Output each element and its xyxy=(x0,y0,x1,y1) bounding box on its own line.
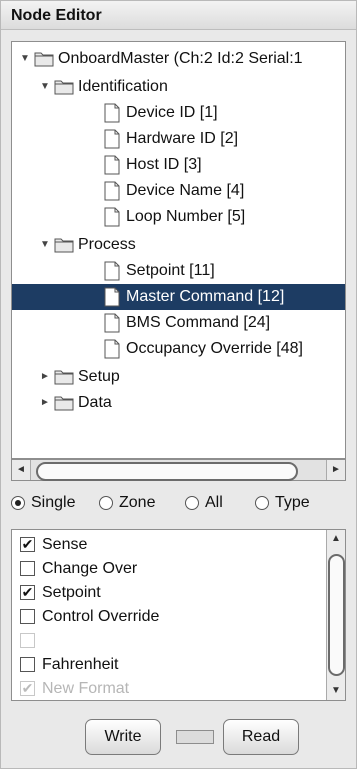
checkbox-checked[interactable]: ✔ xyxy=(20,585,35,600)
document-icon xyxy=(104,261,120,281)
tree-node-label: Setup xyxy=(78,368,120,385)
document-icon xyxy=(104,103,120,123)
scroll-right-icon[interactable]: ► xyxy=(326,460,345,480)
checklist-label: Sense xyxy=(42,536,88,553)
tree-leaf-label: Loop Number [5] xyxy=(126,208,246,225)
tree-node-identification[interactable]: ▼ Identification xyxy=(12,74,345,100)
tree-leaf-label: Hardware ID [2] xyxy=(126,130,239,147)
radio-circle[interactable] xyxy=(185,496,199,510)
checklist-label: Fahrenheit xyxy=(42,656,119,673)
status-indicator xyxy=(176,730,214,744)
read-button[interactable]: Read xyxy=(223,719,299,755)
tree-leaf-label: Master Command [12] xyxy=(126,288,285,305)
tree-leaf[interactable]: Device Name [4] xyxy=(12,178,345,204)
radio-label: All xyxy=(205,494,223,511)
node-tree[interactable]: ▼ OnboardMaster (Ch:2 Id:2 Serial:1 ▼ Id… xyxy=(11,41,346,459)
document-icon xyxy=(104,207,120,227)
tree-leaf[interactable]: Occupancy Override [48] xyxy=(12,336,345,362)
scroll-left-icon[interactable]: ◄ xyxy=(12,460,31,480)
document-icon xyxy=(104,313,120,333)
checkbox[interactable] xyxy=(20,561,35,576)
scroll-up-icon[interactable]: ▲ xyxy=(327,530,345,548)
tree-node-process[interactable]: ▼ Process xyxy=(12,232,345,258)
tree-leaf-selected[interactable]: Master Command [12] xyxy=(12,284,345,310)
triangle-right-icon[interactable]: ► xyxy=(38,390,52,416)
scroll-thumb[interactable] xyxy=(36,462,298,481)
document-icon xyxy=(104,155,120,175)
checklist-label: Change Over xyxy=(42,560,138,577)
selection-mode-group: Single Zone All Type xyxy=(11,491,351,517)
title-bar: Node Editor xyxy=(1,1,356,30)
scroll-down-icon[interactable]: ▼ xyxy=(327,682,345,700)
checklist-label: Setpoint xyxy=(42,584,101,601)
tree-node-label: OnboardMaster (Ch:2 Id:2 Serial:1 xyxy=(58,50,303,67)
checklist-label: Control Override xyxy=(42,608,160,625)
tree-node-label: Data xyxy=(78,394,112,411)
scroll-thumb[interactable] xyxy=(328,554,345,676)
write-button[interactable]: Write xyxy=(85,719,161,755)
checklist-label: New Format xyxy=(42,680,130,697)
tree-leaf[interactable]: Hardware ID [2] xyxy=(12,126,345,152)
document-icon xyxy=(104,287,120,307)
document-icon xyxy=(104,339,120,359)
tree-leaf-label: BMS Command [24] xyxy=(126,314,271,331)
folder-icon xyxy=(54,370,74,385)
radio-circle[interactable] xyxy=(11,496,25,510)
tree-node-label: Process xyxy=(78,236,136,253)
tree-node-data[interactable]: ► Data xyxy=(12,390,345,416)
radio-label: Single xyxy=(31,494,76,511)
triangle-right-icon[interactable]: ► xyxy=(38,364,52,390)
tree-leaf-label: Device ID [1] xyxy=(126,104,218,121)
attribute-checklist[interactable]: ✔ Sense Change Over ✔ Setpoint Control O… xyxy=(11,529,346,701)
radio-label: Zone xyxy=(119,494,156,511)
tree-node-label: Identification xyxy=(78,78,168,95)
checklist-vertical-scrollbar[interactable]: ▲ ▼ xyxy=(326,530,345,700)
tree-horizontal-scrollbar[interactable]: ◄ ► xyxy=(11,459,346,481)
checkbox[interactable] xyxy=(20,609,35,624)
folder-icon xyxy=(54,396,74,411)
tree-node-root[interactable]: ▼ OnboardMaster (Ch:2 Id:2 Serial:1 xyxy=(12,46,345,72)
tree-leaf-label: Host ID [3] xyxy=(126,156,202,173)
folder-icon xyxy=(34,52,54,67)
checkbox-checked[interactable]: ✔ xyxy=(20,537,35,552)
folder-icon xyxy=(54,238,74,253)
tree-leaf[interactable]: Loop Number [5] xyxy=(12,204,345,230)
tree-leaf-label: Occupancy Override [48] xyxy=(126,340,303,357)
radio-circle[interactable] xyxy=(99,496,113,510)
tree-leaf-label: Setpoint [11] xyxy=(126,262,215,279)
node-editor-panel: Node Editor ▼ OnboardMaster (Ch:2 Id:2 S… xyxy=(0,0,357,769)
radio-circle[interactable] xyxy=(255,496,269,510)
checkbox-disabled xyxy=(20,633,35,648)
action-bar: Write Read xyxy=(1,719,356,757)
radio-label: Type xyxy=(275,494,310,511)
checkbox-checked-disabled: ✔ xyxy=(20,680,35,696)
tree-leaf[interactable]: BMS Command [24] xyxy=(12,310,345,336)
tree-node-setup[interactable]: ► Setup xyxy=(12,364,345,390)
tree-leaf-label: Device Name [4] xyxy=(126,182,245,199)
checkbox[interactable] xyxy=(20,657,35,672)
document-icon xyxy=(104,181,120,201)
tree-leaf[interactable]: Setpoint [11] xyxy=(12,258,345,284)
window-title: Node Editor xyxy=(11,7,102,24)
folder-icon xyxy=(54,80,74,95)
tree-leaf[interactable]: Host ID [3] xyxy=(12,152,345,178)
triangle-down-icon[interactable]: ▼ xyxy=(18,46,32,72)
triangle-down-icon[interactable]: ▼ xyxy=(38,232,52,258)
triangle-down-icon[interactable]: ▼ xyxy=(38,74,52,100)
tree-leaf[interactable]: Device ID [1] xyxy=(12,100,345,126)
document-icon xyxy=(104,129,120,149)
